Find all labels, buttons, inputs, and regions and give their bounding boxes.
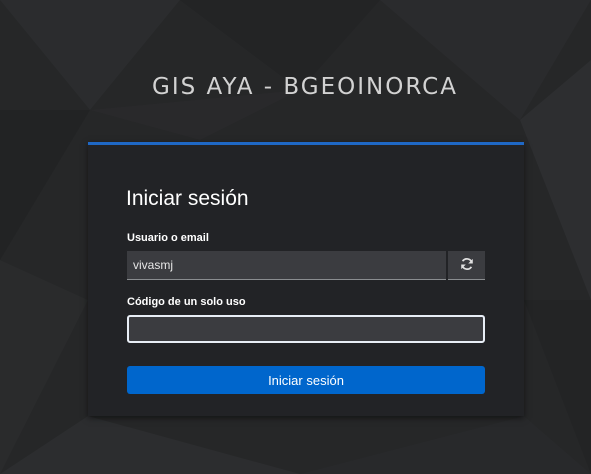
login-submit-button[interactable]: Iniciar sesión — [127, 366, 485, 394]
otp-input[interactable] — [127, 315, 485, 343]
login-card: Iniciar sesión Usuario o email Código de… — [88, 142, 524, 416]
username-input[interactable] — [127, 251, 446, 280]
otp-label: Código de un solo uso — [127, 296, 246, 308]
username-row — [127, 251, 485, 280]
site-title: GIS AYA - BGEOINORCA — [152, 74, 458, 100]
username-label: Usuario o email — [127, 232, 209, 244]
refresh-icon — [460, 257, 474, 274]
login-heading: Iniciar sesión — [126, 187, 249, 210]
reset-login-button[interactable] — [448, 251, 485, 280]
